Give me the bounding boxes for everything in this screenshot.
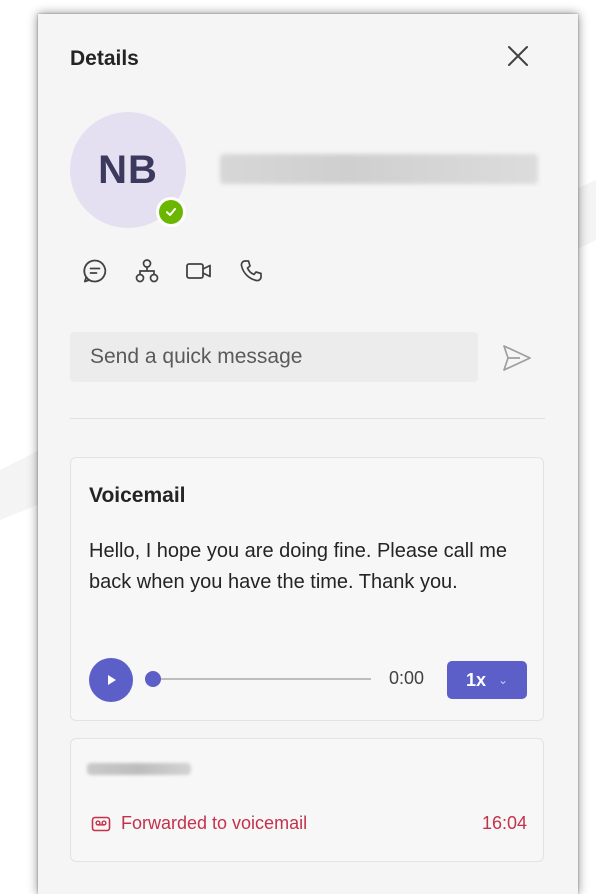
playback-speed-button[interactable]: 1x ⌄: [447, 661, 527, 699]
chat-icon: [83, 259, 107, 283]
close-icon: [508, 46, 528, 66]
call-status-text: Forwarded to voicemail: [121, 813, 308, 833]
send-button[interactable]: [500, 342, 534, 374]
divider: [70, 418, 545, 419]
play-icon: [108, 675, 116, 685]
voicemail-title: Voicemail: [89, 484, 186, 507]
details-panel: Details NB Send a quick message Voicemai…: [38, 14, 578, 894]
contact-name-redacted: [220, 154, 538, 184]
call-status: Forwarded to voicemail: [91, 813, 307, 834]
voicemail-icon: [91, 816, 111, 831]
voicemail-transcript: Hello, I hope you are doing fine. Please…: [89, 540, 508, 593]
playback-slider-handle[interactable]: [145, 671, 161, 687]
phone-icon: [240, 260, 262, 282]
org-chart-icon: [135, 259, 159, 283]
quick-message-input[interactable]: [70, 332, 478, 382]
call-entry-card[interactable]: Forwarded to voicemail 16:04: [70, 738, 544, 862]
presence-badge: [156, 197, 186, 227]
video-call-icon: [186, 263, 211, 279]
video-call-button[interactable]: [184, 256, 214, 286]
chat-button[interactable]: [80, 256, 110, 286]
close-button[interactable]: [504, 42, 532, 70]
panel-title: Details: [70, 47, 139, 70]
playback-speed-label: 1x: [465, 669, 486, 690]
check-icon: [166, 208, 176, 216]
caller-name-redacted: [87, 763, 191, 775]
call-time: 16:04: [481, 813, 527, 833]
play-button[interactable]: [89, 658, 133, 702]
org-chart-button[interactable]: [132, 256, 162, 286]
avatar-initials: NB: [98, 147, 158, 192]
playback-time: 0:00: [389, 668, 425, 688]
chevron-down-icon: ⌄: [497, 673, 509, 687]
send-icon: [503, 345, 531, 371]
playback-track[interactable]: [153, 678, 371, 680]
phone-call-button[interactable]: [236, 256, 266, 286]
voicemail-card: Voicemail Hello, I hope you are doing fi…: [70, 457, 544, 721]
